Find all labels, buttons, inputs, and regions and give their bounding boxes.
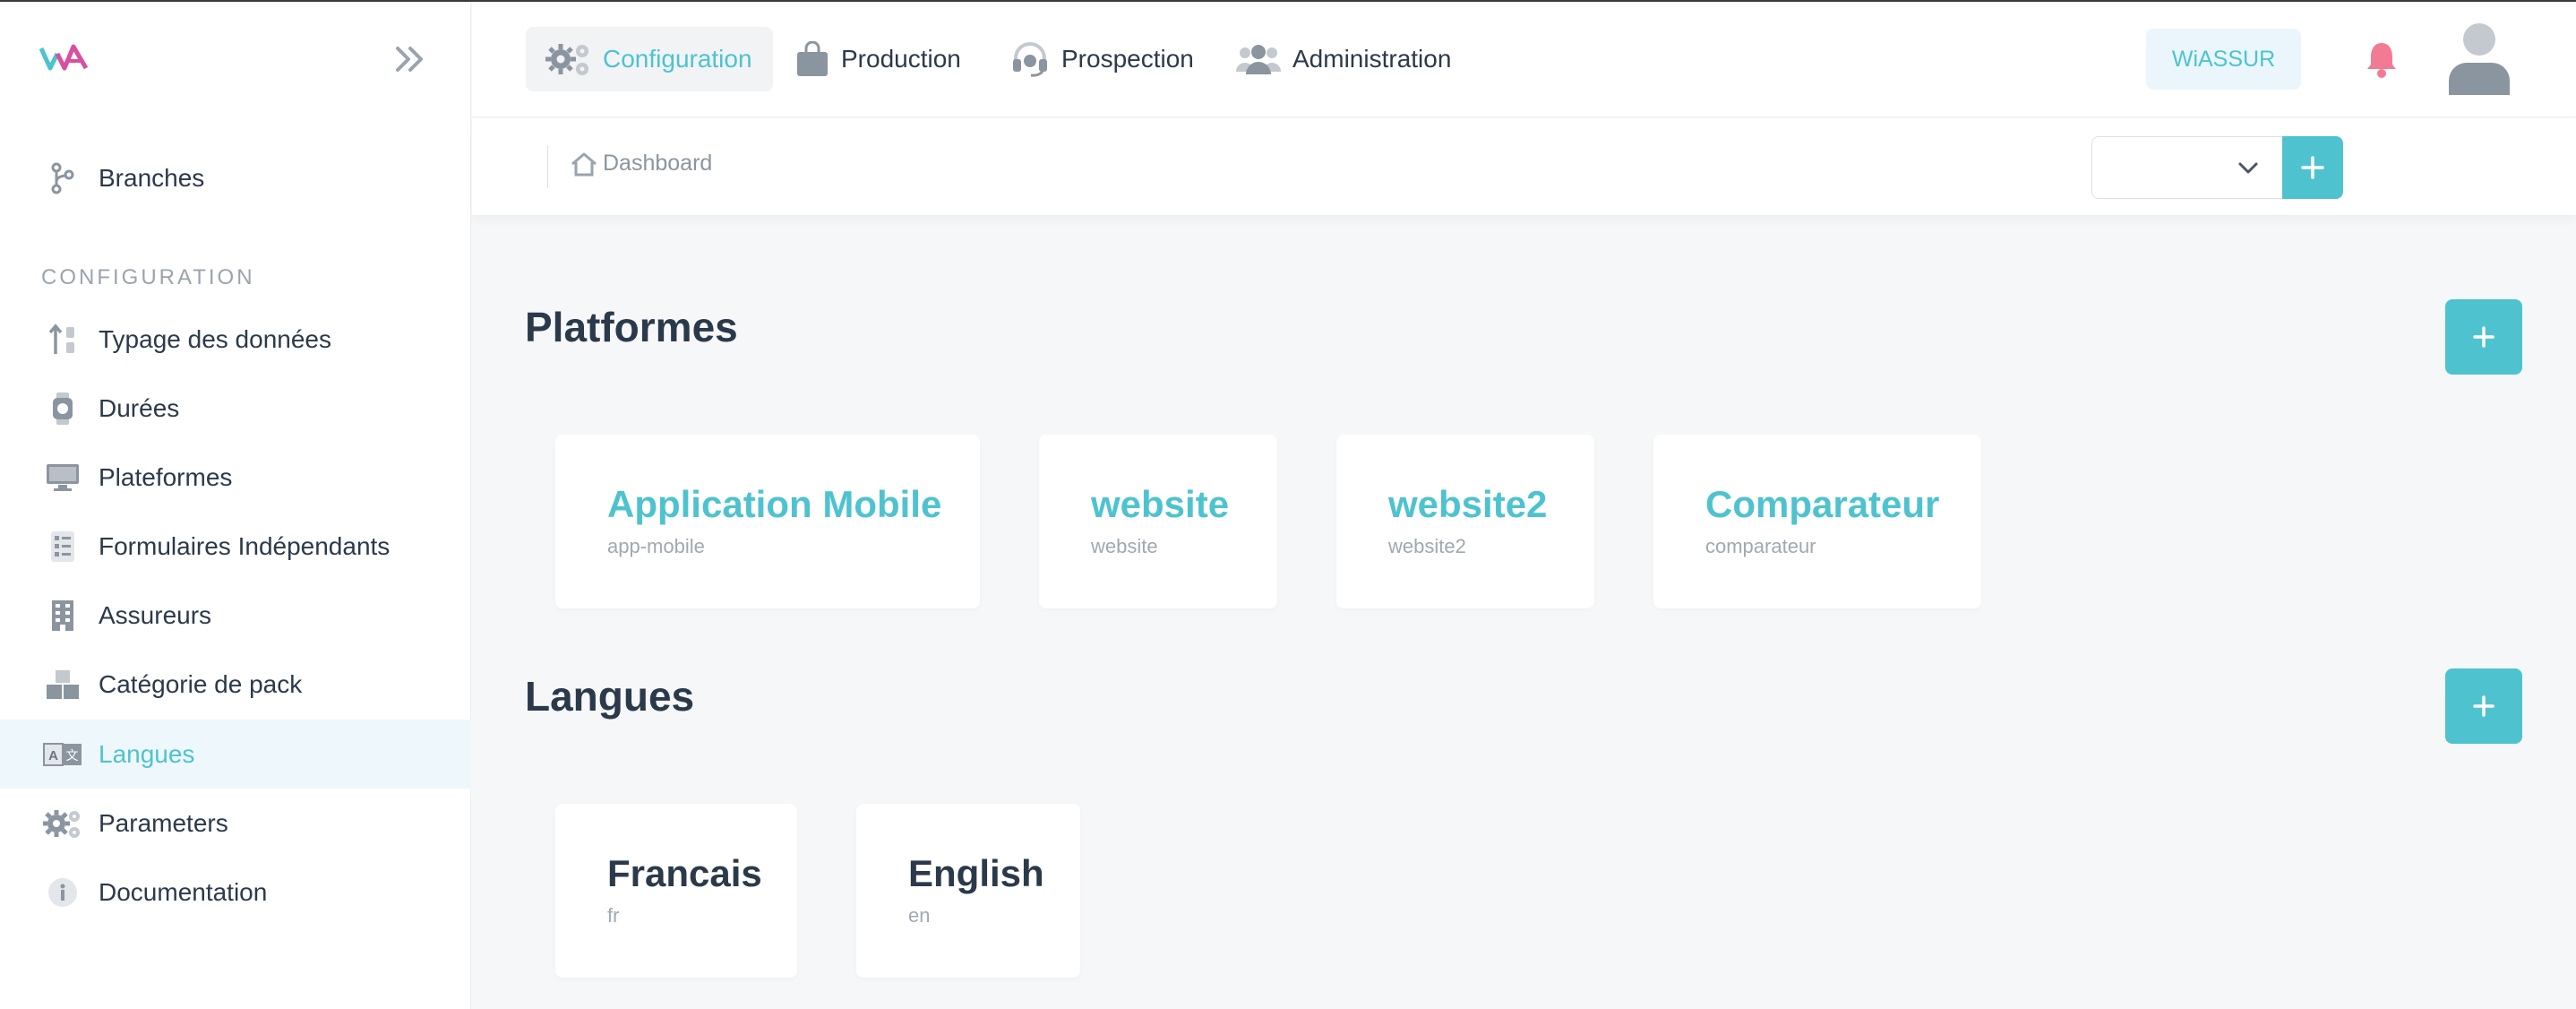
breadcrumb-bar: Dashboard [472, 118, 2576, 215]
platform-code: comparateur [1705, 535, 1816, 557]
window-top-border [0, 0, 2576, 2]
sidebar-item-durations[interactable]: Durées [0, 374, 471, 443]
chevron-down-icon [2238, 162, 2258, 174]
platform-card[interactable]: website website [1039, 435, 1277, 608]
sidebar-item-insurers[interactable]: Assureurs [0, 581, 471, 650]
sidebar-item-platforms[interactable]: Plateformes [0, 443, 471, 512]
add-platform-button[interactable] [2445, 299, 2522, 375]
sidebar-item-branches[interactable]: Branches [0, 143, 471, 212]
tab-production[interactable]: Production [794, 27, 961, 91]
building-icon [43, 598, 82, 634]
breadcrumb[interactable]: Dashboard [571, 151, 712, 177]
tab-label: Production [841, 45, 961, 73]
watch-icon [43, 391, 82, 427]
logo-icon[interactable] [39, 39, 93, 75]
list-icon [43, 529, 82, 565]
sidebar-item-label: Catégorie de pack [99, 669, 303, 698]
sidebar: Branches CONFIGURATION Typage des donnée… [0, 0, 471, 1009]
branch-icon [43, 160, 82, 196]
avatar[interactable] [2445, 22, 2513, 95]
gears-icon [43, 806, 82, 841]
sidebar-item-parameters[interactable]: Parameters [0, 789, 471, 858]
sidebar-item-pack-category[interactable]: Catégorie de pack [0, 650, 471, 719]
platform-card[interactable]: website2 website2 [1336, 435, 1594, 608]
svg-text:A: A [48, 748, 58, 763]
language-code: en [908, 904, 931, 927]
platform-name: website2 [1388, 483, 1548, 525]
platform-name: website [1091, 483, 1230, 525]
sidebar-item-label: Durées [99, 393, 180, 422]
tab-label: Administration [1292, 45, 1452, 73]
sidebar-item-label: Assureurs [99, 600, 212, 629]
language-name: English [908, 852, 1044, 894]
platform-code: website [1091, 535, 1158, 557]
home-icon [571, 152, 597, 176]
plus-icon [2473, 695, 2494, 717]
tab-prospection[interactable]: Prospection [1009, 27, 1194, 91]
sidebar-section-title: CONFIGURATION [41, 265, 255, 289]
platform-name: Application Mobile [607, 483, 942, 525]
translate-icon: A文 [43, 737, 82, 772]
sidebar-item-label: Langues [99, 739, 195, 768]
add-language-button[interactable] [2445, 668, 2522, 744]
bell-icon[interactable] [2366, 39, 2398, 79]
sidebar-item-documentation[interactable]: Documentation [0, 858, 471, 927]
sidebar-item-data-types[interactable]: Typage des données [0, 305, 471, 374]
add-dashboard-button[interactable] [2282, 136, 2343, 199]
platform-code: website2 [1388, 535, 1466, 557]
language-code: fr [607, 904, 620, 927]
tab-administration[interactable]: Administration [1235, 27, 1451, 91]
dashboard-select[interactable] [2091, 136, 2283, 199]
boxes-icon [43, 667, 82, 703]
gears-icon [545, 39, 592, 79]
sidebar-item-languages[interactable]: A文 Langues [0, 720, 471, 789]
platform-card[interactable]: Comparateur comparateur [1653, 435, 1981, 608]
collapse-sidebar-icon[interactable] [392, 41, 428, 77]
monitor-icon [43, 460, 82, 496]
sidebar-item-label: Typage des données [99, 324, 331, 353]
sidebar-item-label: Plateformes [99, 462, 233, 491]
sidebar-item-independent-forms[interactable]: Formulaires Indépendants [0, 512, 471, 581]
tab-label: Prospection [1061, 45, 1194, 73]
platform-code: app-mobile [607, 535, 705, 557]
top-navigation: Configuration Production Prospection Adm… [472, 0, 2576, 117]
section-title-languages: Langues [525, 673, 695, 720]
tenant-button[interactable]: WiASSUR [2146, 29, 2301, 90]
svg-text:文: 文 [66, 749, 79, 763]
breadcrumb-label: Dashboard [603, 151, 713, 176]
sort-icon [43, 322, 82, 358]
section-title-platforms: Platformes [525, 304, 738, 350]
language-card[interactable]: Francais fr [555, 804, 797, 978]
language-card[interactable]: English en [856, 804, 1080, 978]
platform-card[interactable]: Application Mobile app-mobile [555, 435, 980, 608]
sidebar-item-label: Parameters [99, 808, 228, 837]
plus-icon [2301, 156, 2324, 179]
language-name: Francais [607, 852, 762, 894]
tab-configuration[interactable]: Configuration [526, 27, 773, 91]
info-icon [43, 875, 82, 910]
sidebar-item-label: Documentation [99, 877, 268, 906]
sidebar-item-label: Branches [99, 163, 205, 192]
divider [547, 145, 548, 188]
tab-label: Configuration [603, 45, 752, 73]
platform-name: Comparateur [1705, 483, 1940, 525]
plus-icon [2473, 326, 2494, 348]
headset-icon [1009, 39, 1051, 79]
sidebar-item-label: Formulaires Indépendants [99, 531, 391, 560]
users-icon [1235, 39, 1282, 79]
bag-icon [794, 39, 830, 79]
